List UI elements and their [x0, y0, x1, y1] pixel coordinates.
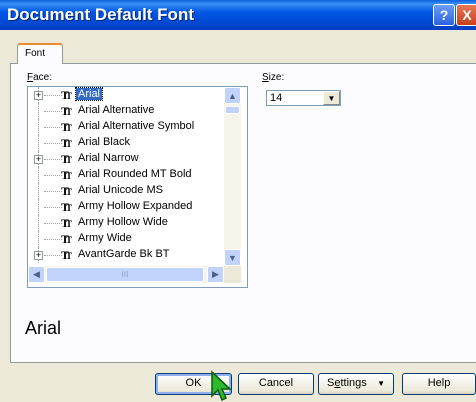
- font-list-item[interactable]: TT Arial Rounded MT Bold: [28, 167, 224, 183]
- scroll-left-button[interactable]: ◀: [28, 266, 45, 283]
- tree-line: [44, 223, 62, 224]
- cancel-button[interactable]: Cancel: [238, 373, 314, 395]
- font-list-item[interactable]: + TT Arial: [28, 87, 224, 103]
- size-label-rest: ize:: [268, 72, 285, 83]
- font-list-item[interactable]: + TT Arial Narrow: [28, 151, 224, 167]
- truetype-icon: TT: [61, 200, 73, 214]
- truetype-icon: TT: [61, 248, 73, 262]
- font-name: Arial Unicode MS: [78, 184, 163, 196]
- tree-line: [38, 215, 39, 231]
- tree-line: [38, 135, 39, 151]
- tree-line: [38, 231, 39, 247]
- face-label-rest: ace:: [33, 72, 53, 83]
- size-combobox[interactable]: 14 ▼: [266, 90, 341, 106]
- window-title: Document Default Font: [7, 5, 194, 24]
- settings-dropdown-icon: ▼: [377, 379, 385, 388]
- truetype-icon: TT: [61, 152, 73, 166]
- scroll-down-button[interactable]: ▼: [224, 249, 241, 266]
- tree-line: [44, 143, 62, 144]
- tree-line: [44, 207, 62, 208]
- close-icon: X: [462, 7, 472, 23]
- title-bar[interactable]: Document Default Font ? X: [0, 0, 476, 30]
- tree-line: [44, 191, 62, 192]
- font-name: Arial Alternative: [78, 104, 155, 116]
- scroll-up-icon: ▲: [228, 90, 237, 101]
- font-list-item[interactable]: TT Arial Alternative Symbol: [28, 119, 224, 135]
- settings-label-post: ttings: [340, 377, 367, 389]
- font-list-item[interactable]: TT Army Wide: [28, 231, 224, 247]
- font-preview: Arial: [25, 318, 62, 338]
- font-list-item[interactable]: TT Arial Alternative: [28, 103, 224, 119]
- help-button[interactable]: Help: [402, 373, 476, 395]
- size-label-accel: S: [262, 72, 269, 83]
- scroll-right-icon: ▶: [212, 269, 219, 279]
- grip-icon: III: [121, 270, 129, 279]
- expand-icon[interactable]: +: [34, 91, 43, 100]
- truetype-icon: TT: [61, 136, 73, 150]
- tree-line: [38, 167, 39, 183]
- help-icon: ?: [439, 7, 449, 23]
- mouse-cursor-icon: [211, 370, 232, 402]
- vertical-scrollbar[interactable]: ▲ ▼: [224, 87, 241, 266]
- font-name: Arial: [74, 87, 104, 101]
- font-list-item[interactable]: TT Arial Unicode MS: [28, 183, 224, 199]
- font-name: Army Hollow Expanded: [78, 200, 193, 212]
- font-list-item[interactable]: TT Army Hollow Expanded: [28, 199, 224, 215]
- horizontal-scrollbar[interactable]: ◀ III ▶: [28, 266, 224, 283]
- font-name: Army Hollow Wide: [78, 216, 168, 228]
- expand-icon[interactable]: +: [34, 155, 43, 164]
- chevron-down-icon: ▼: [327, 94, 336, 103]
- truetype-icon: TT: [61, 216, 73, 230]
- tree-line: [38, 199, 39, 215]
- settings-button[interactable]: Settings ▼: [318, 373, 394, 395]
- tree-line: [44, 127, 62, 128]
- tree-line: [38, 119, 39, 135]
- font-name: Arial Narrow: [78, 152, 139, 164]
- tree-line: [44, 255, 62, 256]
- truetype-icon: TT: [61, 104, 73, 118]
- help-title-button[interactable]: ?: [433, 4, 455, 26]
- tree-line: [44, 111, 62, 112]
- scroll-up-button[interactable]: ▲: [224, 87, 241, 104]
- horizontal-scroll-thumb[interactable]: III: [46, 267, 204, 282]
- expand-icon[interactable]: +: [34, 251, 43, 260]
- size-dropdown-button[interactable]: ▼: [323, 91, 340, 105]
- truetype-icon: TT: [61, 232, 73, 246]
- truetype-icon: TT: [61, 168, 73, 182]
- font-list-item[interactable]: TT Arial Black: [28, 135, 224, 151]
- scroll-corner: [224, 266, 241, 283]
- tree-line: [44, 95, 62, 96]
- font-name: Arial Alternative Symbol: [78, 120, 195, 132]
- scroll-right-button[interactable]: ▶: [207, 266, 224, 283]
- scroll-down-icon: ▼: [228, 252, 237, 263]
- truetype-icon: TT: [61, 184, 73, 198]
- font-name: Army Wide: [78, 232, 132, 244]
- tree-line: [38, 103, 39, 119]
- tab-font[interactable]: Font: [17, 43, 63, 64]
- font-name: Arial Black: [78, 136, 130, 148]
- tree-line: [44, 159, 62, 160]
- truetype-icon: TT: [61, 88, 73, 102]
- close-button[interactable]: X: [456, 4, 476, 26]
- face-label: Face:: [27, 72, 52, 83]
- scroll-left-icon: ◀: [33, 269, 40, 279]
- font-list-item[interactable]: + TT AvantGarde Bk BT: [28, 247, 224, 263]
- font-list-item[interactable]: TT Army Hollow Wide: [28, 215, 224, 231]
- vertical-scroll-thumb[interactable]: [225, 106, 240, 114]
- face-list[interactable]: + TT Arial TT Arial Alternative TT Arial Alter…: [27, 86, 248, 288]
- font-name: Arial Rounded MT Bold: [78, 168, 192, 180]
- truetype-icon: TT: [61, 120, 73, 134]
- font-name: AvantGarde Bk BT: [78, 248, 170, 260]
- size-value[interactable]: 14: [270, 92, 282, 104]
- tree-line: [38, 183, 39, 199]
- tree-line: [44, 175, 62, 176]
- font-tree[interactable]: + TT Arial TT Arial Alternative TT Arial Alter…: [28, 87, 224, 266]
- size-label: Size:: [262, 72, 284, 83]
- tree-line: [44, 239, 62, 240]
